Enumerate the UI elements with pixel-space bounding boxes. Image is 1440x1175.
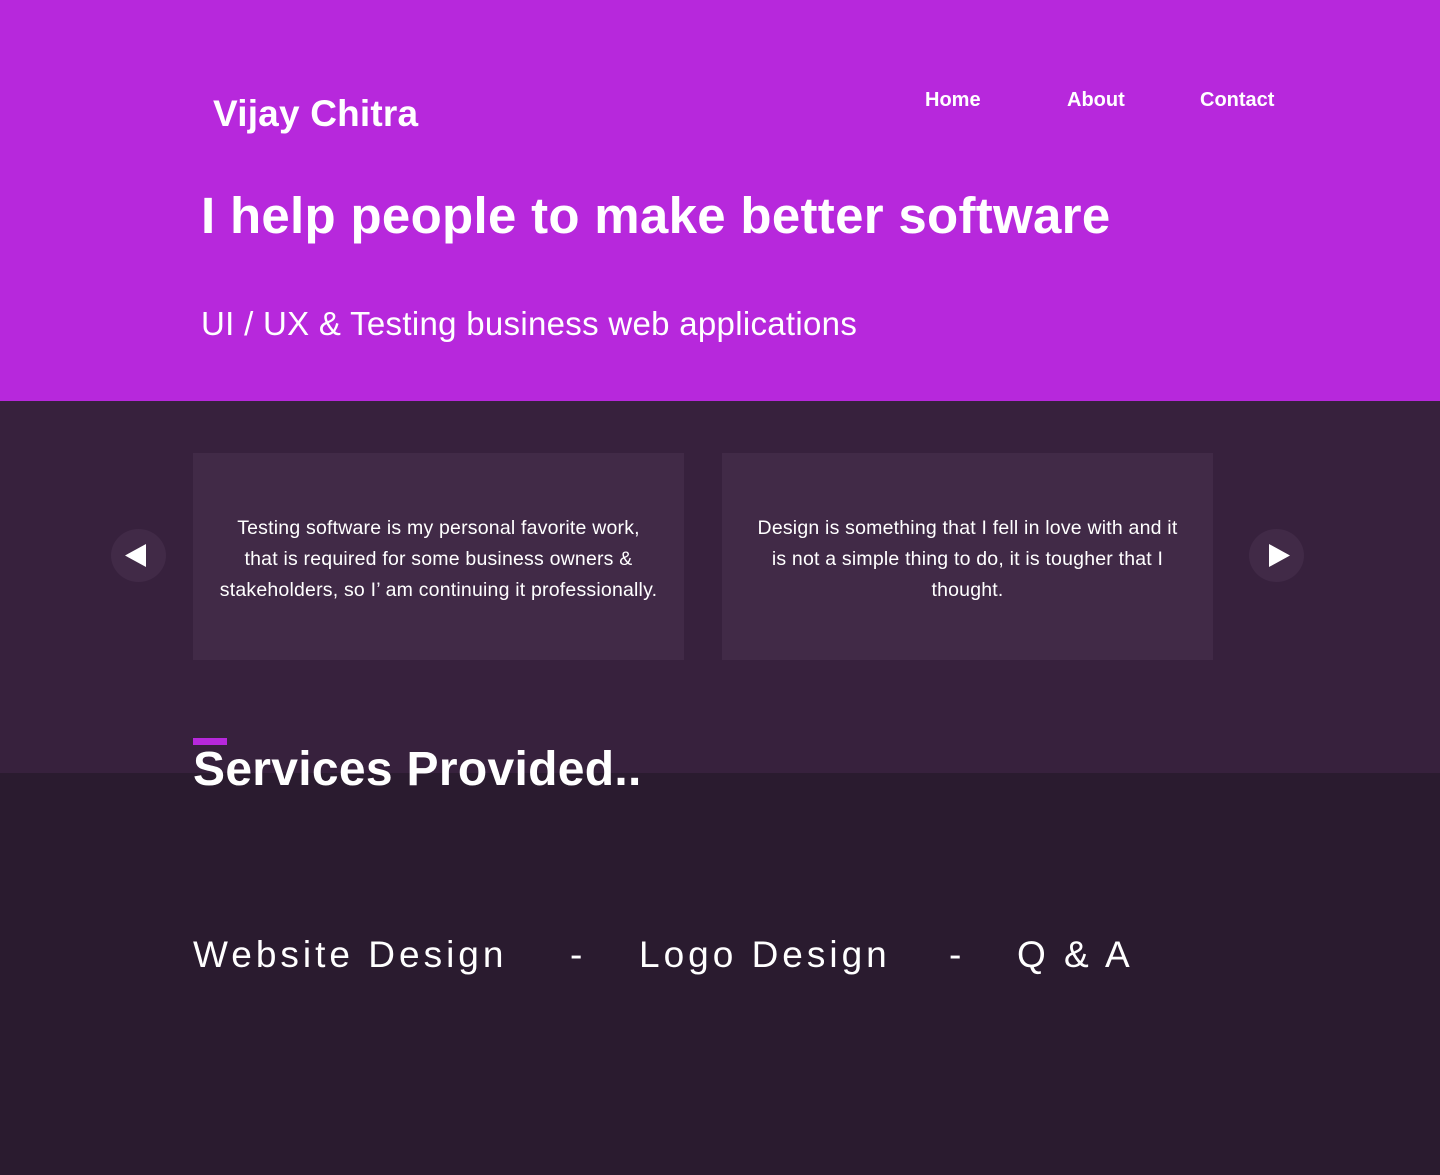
service-separator: - (949, 934, 966, 975)
service-item-logo-design: Logo Design (639, 934, 891, 975)
testimonial-carousel: Testing software is my personal favorite… (0, 401, 1440, 773)
hero-section: Vijay Chitra Home About Contact I help p… (0, 0, 1440, 401)
service-item-website-design: Website Design (193, 934, 508, 975)
triangle-right-icon (1269, 544, 1290, 567)
hero-subline: UI / UX & Testing business web applicati… (201, 305, 858, 342)
testimonial-text: Design is something that I fell in love … (757, 517, 1178, 601)
nav-home-link[interactable]: Home (925, 89, 981, 112)
hero-headline: I help people to make better software (201, 187, 1111, 244)
carousel-next-button[interactable] (1249, 529, 1304, 582)
service-item-q-and-a: Q & A (1017, 934, 1134, 975)
nav-contact-link[interactable]: Contact (1200, 89, 1274, 112)
testimonial-card: Design is something that I fell in love … (722, 453, 1213, 660)
brand-name[interactable]: Vijay Chitra (213, 93, 418, 135)
carousel-prev-button[interactable] (111, 529, 166, 582)
nav-about-link[interactable]: About (1067, 89, 1125, 112)
testimonial-card: Testing software is my personal favorite… (193, 453, 684, 660)
services-title: Services Provided.. (193, 743, 642, 796)
triangle-left-icon (125, 544, 146, 567)
testimonial-text: Testing software is my personal favorite… (219, 517, 658, 601)
service-separator: - (570, 934, 587, 975)
